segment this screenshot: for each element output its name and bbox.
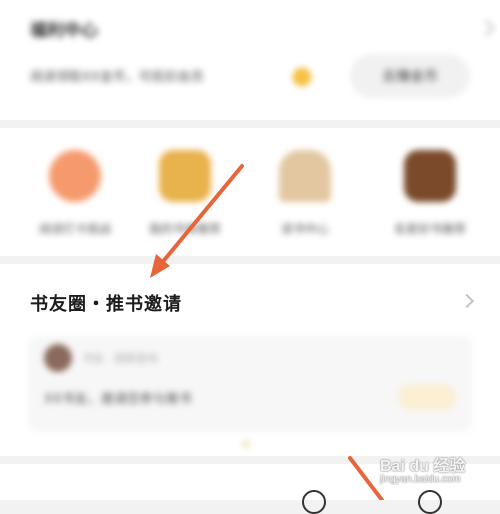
earn-coins-button[interactable]: 去赚金币 (350, 54, 470, 98)
chevron-right-icon[interactable] (459, 293, 475, 309)
watermark: Bai du 经验 jingyan.baidu.com (380, 452, 465, 485)
shortcut-item[interactable]: 阅读打卡挑战 (20, 150, 130, 237)
chevron-right-icon (477, 19, 495, 37)
shortcut-item[interactable]: 读书中心 (250, 150, 360, 237)
welfare-description: 阅读领取XX金币，可抵扣会员 (30, 70, 204, 85)
watermark-sub: jingyan.baidu.com (380, 474, 461, 485)
circle-icon (418, 490, 442, 514)
orange-circle-icon (49, 150, 101, 202)
avatar (44, 344, 72, 372)
welfare-card: 福利中心 阅读领取XX金币，可抵扣会员 去赚金币 (0, 0, 500, 120)
post-action-button[interactable] (398, 384, 456, 410)
house-icon (279, 150, 331, 202)
book-icon (159, 150, 211, 202)
shortcuts-card: 阅读打卡挑战 我的书单推荐 读书中心 名家好书推荐 (0, 128, 500, 256)
shortcut-label: 我的书单推荐 (148, 222, 221, 236)
page-indicator-dot (242, 440, 250, 448)
book-cover-icon (404, 150, 456, 202)
watermark-brand: Bai du 经验 (380, 458, 466, 475)
welfare-title: 福利中心 (30, 21, 98, 41)
book-circle-title[interactable]: 书友圈・推书邀请 (30, 290, 182, 316)
shortcut-label: 阅读打卡挑战 (38, 222, 111, 236)
book-circle-post[interactable]: 书友 · 刚刚发布 XX书友，邀请您参与推书 (28, 336, 472, 432)
shortcut-label: 读书中心 (280, 222, 329, 236)
circle-icon (302, 490, 326, 514)
book-circle-card[interactable]: 书友圈・推书邀请 书友 · 刚刚发布 XX书友，邀请您参与推书 (0, 264, 500, 456)
coin-icon (293, 68, 311, 86)
shortcut-label: 名家好书推荐 (393, 222, 466, 236)
shortcut-item[interactable]: 我的书单推荐 (130, 150, 240, 237)
post-text: XX书友，邀请您参与推书 (44, 392, 192, 407)
shortcut-item[interactable]: 名家好书推荐 (375, 150, 485, 237)
post-meta: 书友 · 刚刚发布 (82, 352, 159, 365)
